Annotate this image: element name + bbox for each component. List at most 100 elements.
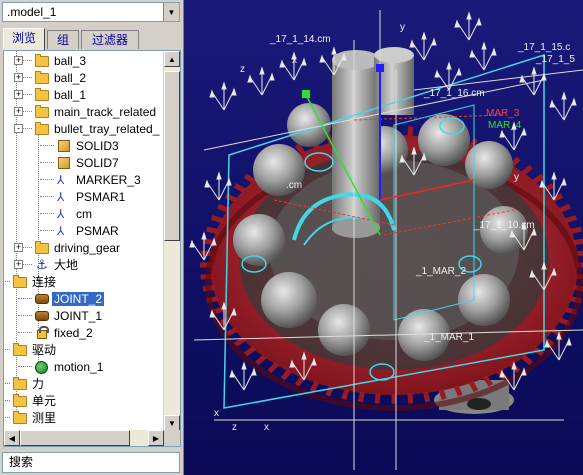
folder-icon bbox=[12, 410, 28, 425]
expand-icon[interactable]: + bbox=[14, 243, 23, 252]
scroll-up-icon[interactable]: ▲ bbox=[164, 51, 180, 67]
tree-guide-line bbox=[16, 280, 17, 350]
axis-label: x bbox=[292, 55, 297, 66]
ball bbox=[233, 214, 285, 266]
tree-item-label: JOINT_2 bbox=[52, 291, 105, 306]
folder-icon bbox=[12, 342, 28, 357]
tree-vertical-scrollbar[interactable]: ▲ ▼ bbox=[163, 51, 180, 431]
model-selector-value: .model_1 bbox=[7, 5, 57, 19]
tree-item-psmar1[interactable]: ⅄ PSMAR1 bbox=[56, 188, 127, 205]
scroll-down-icon[interactable]: ▼ bbox=[164, 415, 180, 431]
marker-label: _1_MAR_1 bbox=[423, 332, 474, 343]
scroll-right-icon[interactable]: ▶ bbox=[148, 430, 164, 446]
tree-item-label: ball_1 bbox=[54, 87, 87, 102]
tree-item-label: PSMAR bbox=[76, 223, 119, 238]
ground-icon: ⚓ bbox=[36, 256, 48, 272]
tree-item-solid3[interactable]: SOLID3 bbox=[56, 137, 121, 154]
triad-icon bbox=[519, 66, 547, 96]
folder-icon bbox=[12, 376, 28, 391]
vertical-scroll-thumb[interactable] bbox=[164, 71, 180, 241]
tree-item-[interactable]: 连接 bbox=[12, 273, 58, 290]
expand-icon[interactable]: + bbox=[14, 56, 23, 65]
folder-icon bbox=[34, 70, 50, 85]
tab-filters[interactable]: 过滤器 bbox=[81, 30, 139, 49]
triad-icon bbox=[549, 91, 577, 121]
tree-item-label: SOLID3 bbox=[76, 138, 119, 153]
solid-icon bbox=[56, 156, 72, 170]
axis-label: y bbox=[400, 22, 405, 33]
expand-icon[interactable]: + bbox=[14, 260, 23, 269]
tree-item-[interactable]: 驱动 bbox=[12, 341, 58, 358]
ball bbox=[261, 272, 317, 328]
tree-item-label: fixed_2 bbox=[54, 325, 93, 340]
axis-label: x bbox=[214, 408, 219, 419]
tree-guide-line bbox=[18, 298, 32, 299]
marker-label: _17_1_16.cm bbox=[423, 88, 485, 99]
tree-item-bullet-tray-related[interactable]: bullet_tray_related_ bbox=[34, 120, 161, 137]
tree-item-psmar[interactable]: ⅄ PSMAR bbox=[56, 222, 121, 239]
model-browser-panel: .model_1 ▼ 浏览 组 过滤器 + ball_3 + ball_2 + ball_… bbox=[0, 0, 184, 475]
tab-browse[interactable]: 浏览 bbox=[3, 28, 45, 50]
lock-icon bbox=[34, 325, 50, 340]
tree-guide-line bbox=[40, 179, 54, 180]
tree-item-[interactable]: ⚓ 大地 bbox=[34, 256, 80, 273]
tree-item-label: driving_gear bbox=[54, 240, 121, 255]
marker-icon: ⅄ bbox=[57, 172, 65, 187]
folder-icon bbox=[12, 274, 28, 289]
tree-item-label: 单元 bbox=[32, 394, 57, 408]
tree-item-[interactable]: 单元 bbox=[12, 392, 58, 409]
folder-icon bbox=[34, 104, 50, 119]
tree-item-driving-gear[interactable]: driving_gear bbox=[34, 239, 122, 256]
tree-item-ball-3[interactable]: ball_3 bbox=[34, 52, 88, 69]
tree-item-cm[interactable]: ⅄ cm bbox=[56, 205, 94, 222]
ball bbox=[465, 141, 513, 189]
tree-item-fixed-2[interactable]: fixed_2 bbox=[34, 324, 95, 341]
scroll-left-icon[interactable]: ◀ bbox=[4, 430, 20, 446]
solid-icon bbox=[56, 139, 72, 153]
tree-item-label: cm bbox=[76, 206, 92, 221]
tree-item-label: ball_3 bbox=[54, 53, 87, 68]
tab-groups[interactable]: 组 bbox=[47, 30, 79, 49]
marker-label: _1_MAR_2 bbox=[415, 266, 466, 277]
expand-icon[interactable]: + bbox=[14, 90, 23, 99]
tree-horizontal-scrollbar[interactable]: ◀ ▶ bbox=[4, 430, 164, 446]
tree-item-label: 大地 bbox=[54, 258, 79, 272]
tree-item-solid7[interactable]: SOLID7 bbox=[56, 154, 121, 171]
ball bbox=[458, 274, 510, 326]
tree-item-motion-1[interactable]: motion_1 bbox=[34, 358, 105, 375]
tree-item-[interactable]: 力 bbox=[12, 375, 46, 392]
chevron-down-icon[interactable]: ▼ bbox=[163, 3, 179, 21]
marker-label: _17_1_15.c bbox=[517, 42, 570, 53]
tree-guide-line bbox=[18, 332, 32, 333]
3d-viewport[interactable]: _17_1_14.cm _17_1_15.c _17_1_5 _17_1_10.… bbox=[184, 0, 583, 475]
tree-item-label: SOLID7 bbox=[76, 155, 119, 170]
tree-guide-line bbox=[40, 230, 54, 231]
tree-item-joint-1[interactable]: JOINT_1 bbox=[34, 307, 104, 324]
collapse-icon[interactable]: - bbox=[14, 124, 23, 133]
tree-item-label: 驱动 bbox=[32, 343, 57, 357]
tree-item-main-track-related[interactable]: main_track_related bbox=[34, 103, 158, 120]
tree-item-ball-2[interactable]: ball_2 bbox=[34, 69, 88, 86]
tree-item-[interactable]: 测里 bbox=[12, 409, 58, 426]
joint-icon bbox=[34, 292, 50, 306]
tree-item-marker-3[interactable]: ⅄ MARKER_3 bbox=[56, 171, 143, 188]
search-input[interactable]: 搜索 bbox=[2, 452, 180, 473]
triad-icon bbox=[247, 66, 275, 96]
marker-label: _17_1_10.cm bbox=[473, 220, 535, 231]
model-selector-dropdown[interactable]: .model_1 ▼ bbox=[2, 2, 180, 22]
folder-icon bbox=[34, 121, 50, 136]
tree-item-joint-2[interactable]: JOINT_2 bbox=[34, 290, 105, 307]
expand-icon[interactable]: + bbox=[14, 107, 23, 116]
expand-icon[interactable]: + bbox=[14, 73, 23, 82]
horizontal-scroll-thumb[interactable] bbox=[20, 430, 130, 446]
folder-icon bbox=[34, 87, 50, 102]
marker-icon: ⅄ bbox=[57, 189, 65, 204]
browser-tabs: 浏览 组 过滤器 bbox=[3, 28, 181, 50]
axis-label: z bbox=[232, 422, 237, 433]
folder-icon bbox=[12, 393, 28, 408]
motion-icon bbox=[34, 360, 50, 374]
tree-item-ball-1[interactable]: ball_1 bbox=[34, 86, 88, 103]
tree-guide-line bbox=[40, 196, 54, 197]
tree-guide-line bbox=[4, 383, 10, 384]
tree-item-label: JOINT_1 bbox=[54, 308, 103, 323]
